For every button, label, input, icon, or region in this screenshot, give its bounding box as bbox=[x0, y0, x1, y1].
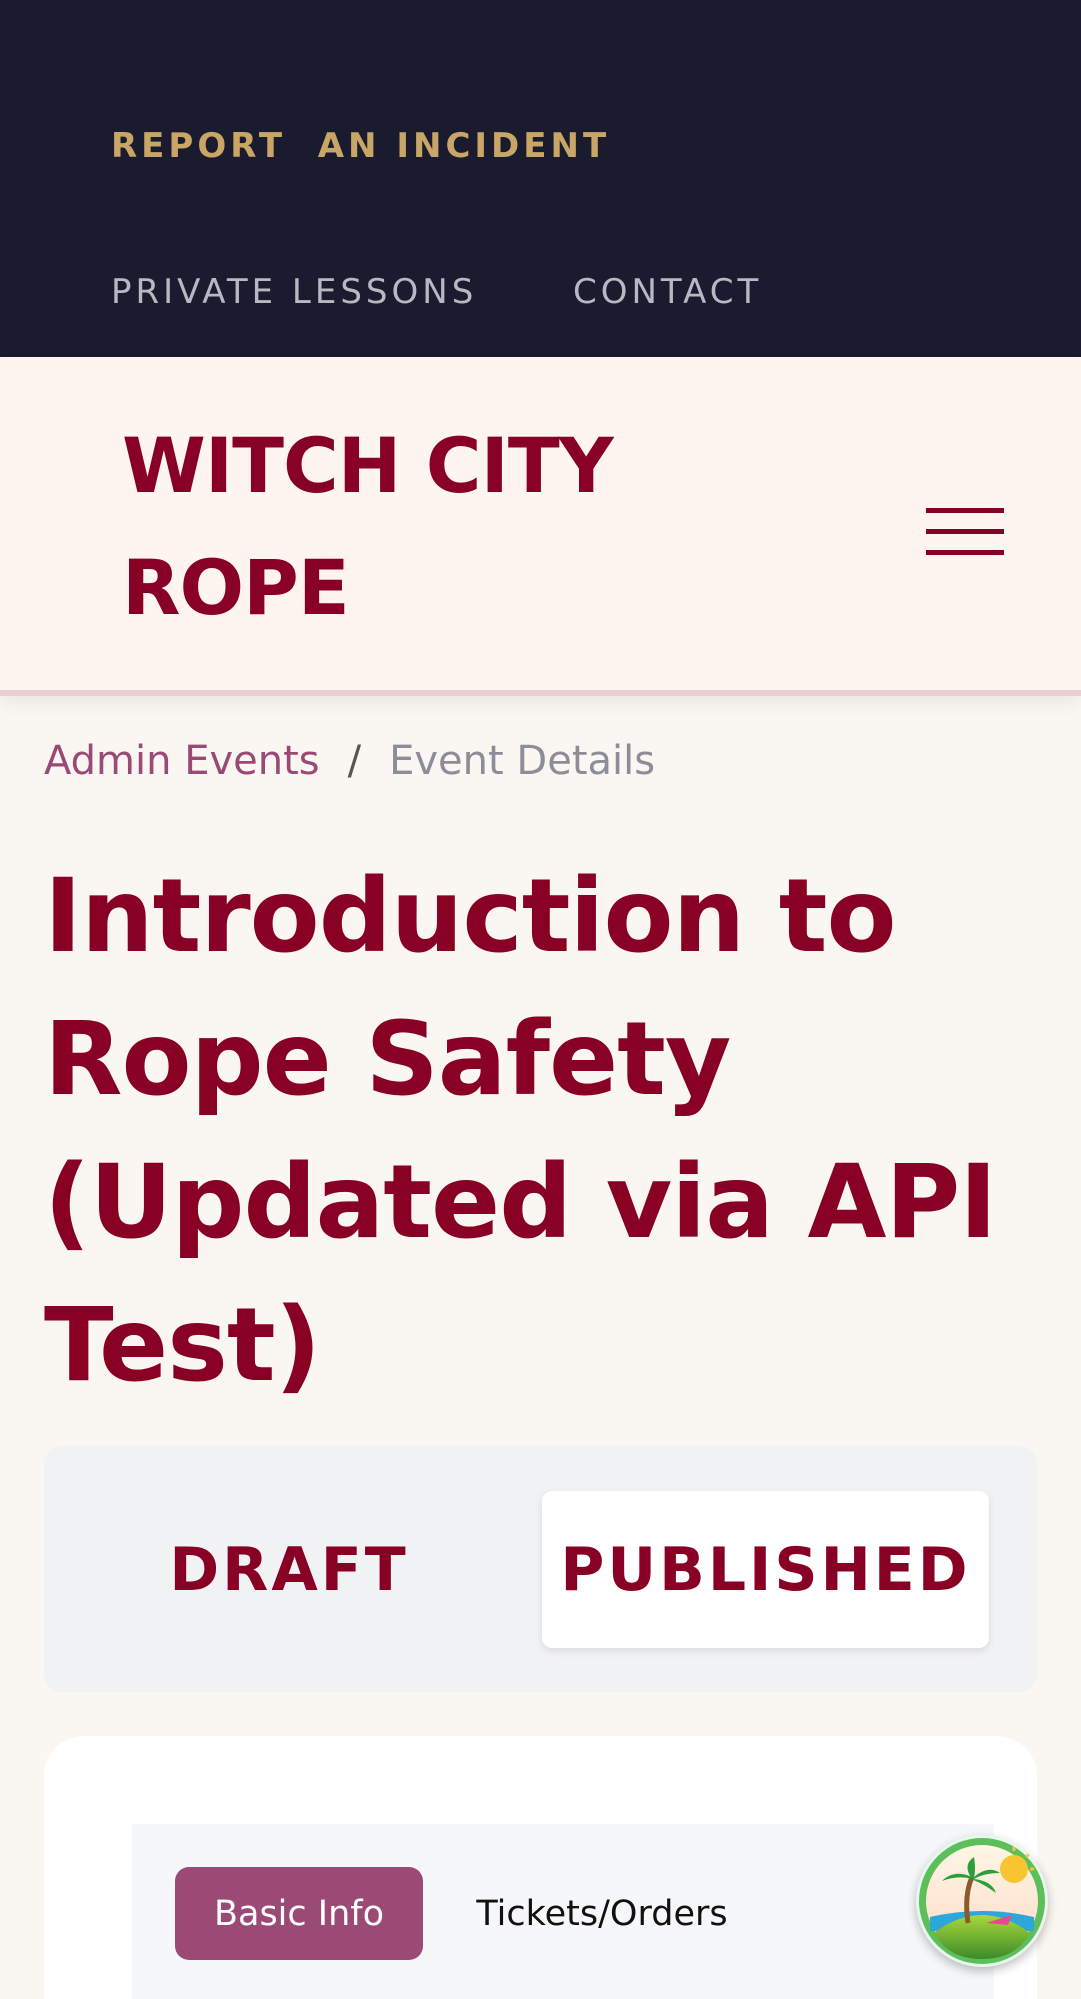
tab-tickets-orders[interactable]: Tickets/Orders bbox=[472, 1867, 732, 1960]
draft-option[interactable]: DRAFT bbox=[89, 1491, 489, 1648]
nav-link-contact[interactable]: CONTACT bbox=[573, 272, 762, 312]
utility-nav-bar: REPORT AN INCIDENT PRIVATE LESSONS CONTA… bbox=[0, 0, 1081, 357]
breadcrumb: Admin Events / Event Details bbox=[44, 738, 655, 784]
island-avatar-icon-graphic bbox=[919, 1838, 1045, 1964]
tab-bar: Basic Info Tickets/Orders bbox=[132, 1824, 994, 1999]
menu-line bbox=[926, 508, 1004, 513]
hamburger-menu-icon[interactable] bbox=[926, 502, 1004, 558]
breadcrumb-current: Event Details bbox=[389, 738, 656, 784]
menu-line bbox=[926, 529, 1004, 534]
breadcrumb-separator: / bbox=[347, 738, 362, 784]
breadcrumb-admin-events[interactable]: Admin Events bbox=[44, 738, 320, 784]
page-title: Introduction to Rope Safety (Updated via… bbox=[44, 857, 997, 1405]
menu-line bbox=[926, 550, 1004, 555]
event-details-card: Basic Info Tickets/Orders bbox=[44, 1736, 1037, 1999]
tab-basic-info[interactable]: Basic Info bbox=[175, 1867, 423, 1960]
brand-logo-text[interactable]: WITCH CITY ROPE bbox=[122, 405, 642, 649]
report-incident-link[interactable]: REPORT AN INCIDENT bbox=[111, 126, 610, 166]
page: REPORT AN INCIDENT PRIVATE LESSONS CONTA… bbox=[0, 0, 1081, 1999]
nav-link-private-lessons[interactable]: PRIVATE LESSONS bbox=[111, 272, 477, 312]
published-option[interactable]: PUBLISHED bbox=[542, 1491, 989, 1648]
site-header: WITCH CITY ROPE bbox=[0, 357, 1081, 696]
island-avatar-icon[interactable] bbox=[916, 1835, 1048, 1967]
status-toggle: DRAFT PUBLISHED bbox=[44, 1446, 1037, 1692]
